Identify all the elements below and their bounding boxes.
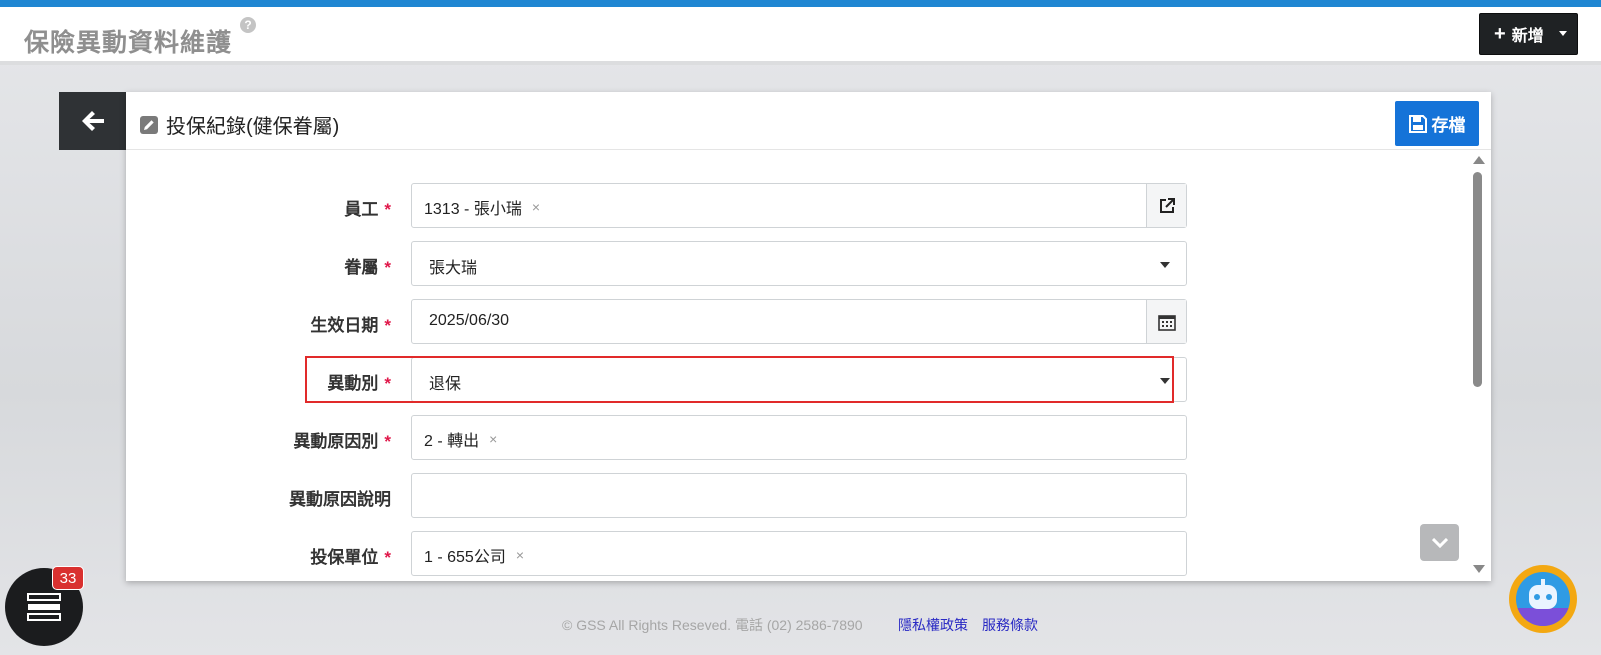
change-reason-field[interactable]: 2 - 轉出 × [411, 415, 1187, 460]
scroll-down-icon[interactable] [1473, 565, 1485, 573]
dependent-select[interactable]: 張大瑞 [411, 241, 1187, 286]
record-card: 投保紀錄(健保眷屬) 存檔 員工 * 1313 - 張小瑞 × 眷屬 * 張大瑞… [126, 92, 1491, 581]
form-row-change-reason: 異動原因別 * 2 - 轉出 × [126, 415, 1491, 461]
top-accent-bar [0, 0, 1601, 7]
insured-unit-field[interactable]: 1 - 655公司 × [411, 531, 1187, 576]
clear-employee-icon[interactable]: × [532, 199, 540, 215]
open-external-button[interactable] [1146, 184, 1186, 227]
back-button[interactable] [59, 92, 126, 150]
vertical-scrollbar[interactable] [1469, 152, 1487, 577]
form-row-reason-desc: 異動原因說明 [126, 473, 1491, 519]
notification-badge: 33 [52, 566, 84, 590]
change-type-value: 退保 [429, 376, 462, 393]
terms-of-service-link[interactable]: 服務條款 [982, 615, 1038, 635]
change-reason-label: 異動原因別 * [293, 432, 391, 451]
change-type-label: 異動別 * [327, 374, 391, 393]
list-menu-icon [27, 593, 61, 621]
privacy-policy-link[interactable]: 隱私權政策 [898, 615, 968, 635]
insured-unit-value: 1 - 655公司 [424, 549, 506, 566]
external-link-icon [1159, 197, 1175, 213]
card-title: 投保紀錄(健保眷屬) [166, 116, 340, 138]
form-row-insured-unit: 投保單位 * 1 - 655公司 × [126, 531, 1491, 577]
reason-desc-label: 異動原因說明 [289, 490, 391, 509]
chevron-down-icon [1160, 262, 1170, 268]
chevron-down-icon [1559, 31, 1567, 36]
save-label: 存檔 [1431, 116, 1466, 135]
save-button[interactable]: 存檔 [1395, 101, 1479, 146]
form-row-effective-date: 生效日期 * 2025/06/30 [126, 299, 1491, 345]
effective-date-value: 2025/06/30 [429, 312, 510, 329]
dependent-label: 眷屬 * [344, 258, 391, 277]
edit-icon [140, 116, 158, 134]
add-new-button[interactable]: + 新增 [1479, 13, 1578, 55]
scroll-to-bottom-button[interactable] [1420, 524, 1459, 561]
form-row-change-type: 異動別 * 退保 [126, 357, 1491, 403]
insured-unit-label: 投保單位 * [310, 548, 391, 567]
dependent-value: 張大瑞 [429, 260, 478, 277]
calendar-button[interactable] [1146, 300, 1186, 343]
chevron-down-icon [1431, 537, 1448, 548]
employee-value: 1313 - 張小瑞 [424, 201, 522, 218]
form-row-dependent: 眷屬 * 張大瑞 [126, 241, 1491, 287]
effective-date-input[interactable]: 2025/06/30 [411, 299, 1187, 344]
add-new-label: 新增 [1511, 28, 1544, 45]
employee-label: 員工 * [344, 200, 391, 219]
clear-insured-unit-icon[interactable]: × [516, 547, 524, 563]
effective-date-label: 生效日期 * [310, 316, 391, 335]
scroll-thumb[interactable] [1473, 172, 1482, 387]
robot-icon [1516, 572, 1570, 626]
reason-desc-input[interactable] [411, 473, 1187, 518]
plus-icon: + [1494, 22, 1506, 45]
change-reason-value: 2 - 轉出 [424, 433, 480, 450]
change-type-select[interactable]: 退保 [411, 357, 1187, 402]
footer-copyright: © GSS All Rights Reseved. 電話 (02) 2586-7… [562, 617, 863, 633]
help-icon[interactable]: ? [240, 17, 256, 33]
chevron-down-icon [1160, 378, 1170, 384]
card-header: 投保紀錄(健保眷屬) 存檔 [126, 92, 1491, 150]
clear-change-reason-icon[interactable]: × [489, 431, 497, 447]
page-header: 保險異動資料維護 ? + 新增 [0, 7, 1601, 65]
chatbot-button[interactable] [1509, 565, 1577, 633]
employee-field[interactable]: 1313 - 張小瑞 × [411, 183, 1187, 228]
page-title: 保險異動資料維護 [24, 29, 233, 57]
calendar-icon [1157, 314, 1176, 331]
form-row-employee: 員工 * 1313 - 張小瑞 × [126, 183, 1491, 229]
floppy-disk-icon [1408, 114, 1427, 133]
arrow-left-icon [81, 111, 104, 131]
scroll-up-icon[interactable] [1473, 156, 1485, 164]
